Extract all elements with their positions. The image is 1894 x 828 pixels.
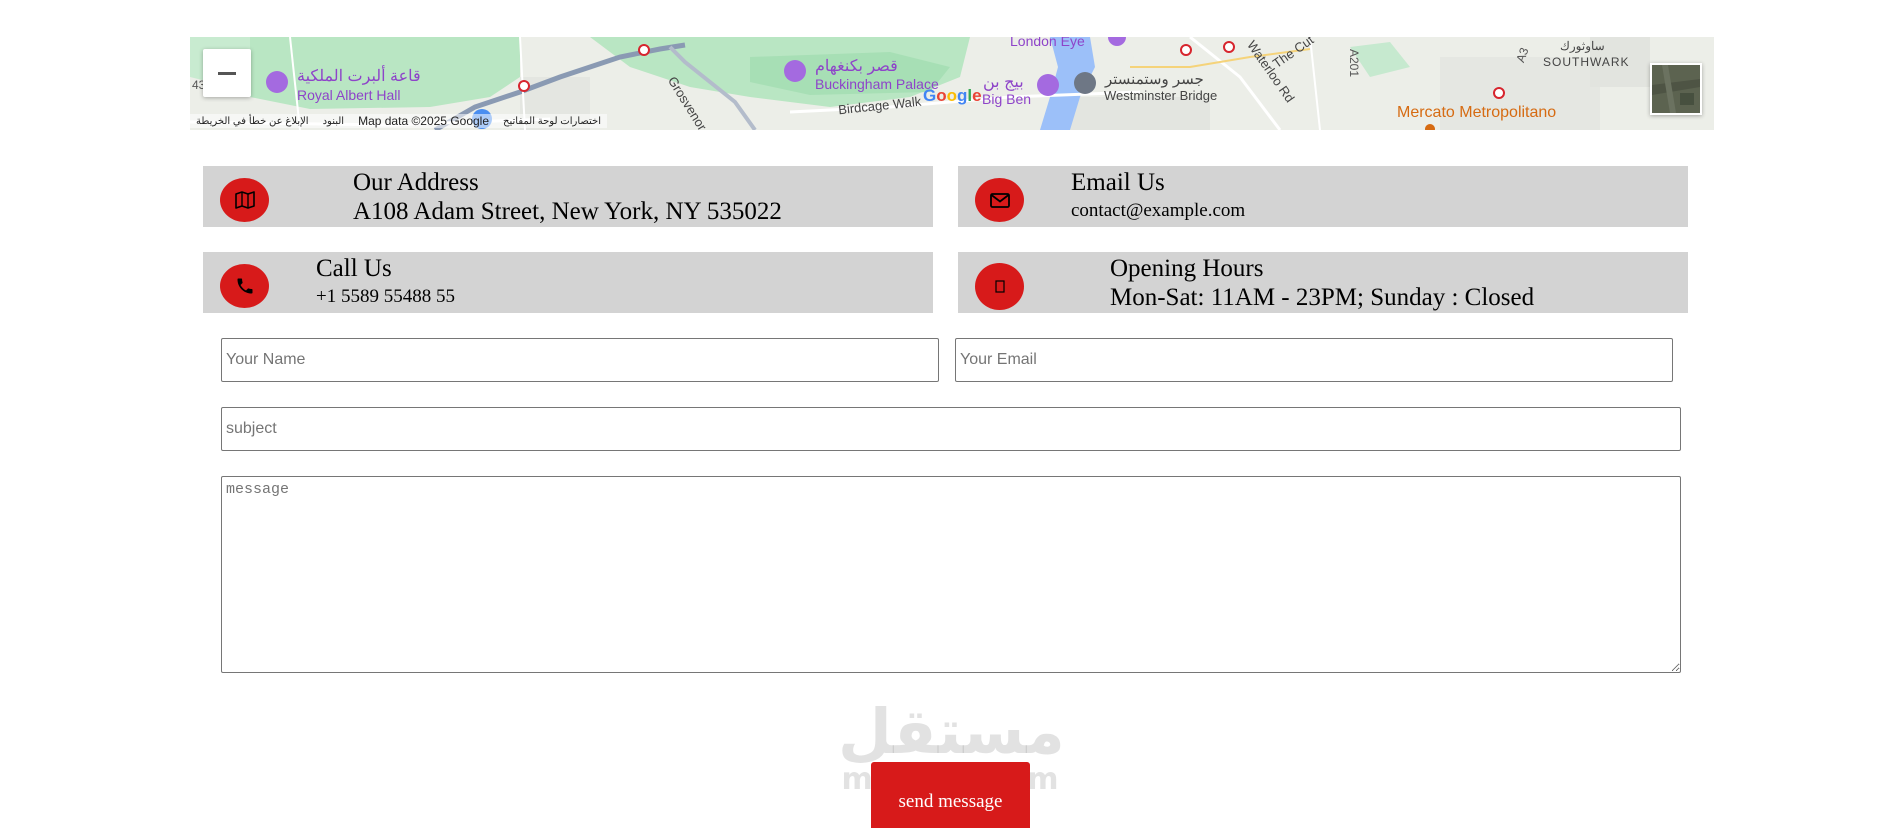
email-text: Email Us contact@example.com <box>1071 169 1245 222</box>
call-box: Call Us +1 5589 55488 55 <box>203 252 933 313</box>
message-textarea[interactable] <box>221 476 1681 673</box>
google-logo[interactable]: Google <box>923 86 982 106</box>
subject-input[interactable] <box>221 407 1681 451</box>
watermark-arabic: مستقل <box>838 695 1065 768</box>
map-poi-big-ben: Big Ben <box>982 91 1032 107</box>
map-poi-buckingham-ar: قصر بكنغهام <box>815 58 898 75</box>
map-terms-link[interactable]: البنود <box>323 116 344 127</box>
hours-box: Opening Hours Mon-Sat: 11AM - 23PM; Sund… <box>958 252 1688 313</box>
embedded-map[interactable]: 43 قاعة ألبرت الملكية Royal Albert Hall … <box>190 37 1714 130</box>
call-icon-circle <box>220 264 269 308</box>
minus-icon <box>218 71 236 75</box>
satellite-thumbnail-icon <box>1652 65 1700 113</box>
contact-page: 43 قاعة ألبرت الملكية Royal Albert Hall … <box>0 0 1894 828</box>
email-title: Email Us <box>1071 169 1165 196</box>
call-text: Call Us +1 5589 55488 55 <box>316 255 455 308</box>
email-box: Email Us contact@example.com <box>958 166 1688 227</box>
map-icon <box>234 191 255 209</box>
missing-glyph-icon <box>994 280 1005 293</box>
map-poi-royal-albert-hall-ar: قاعة ألبرت الملكية <box>297 68 421 85</box>
phone-icon <box>237 278 252 294</box>
map-area-southwark-ar: ساوثورك <box>1560 39 1605 53</box>
hours-value: Mon-Sat: 11AM - 23PM; Sunday : Closed <box>1110 283 1535 311</box>
call-title: Call Us <box>316 255 392 282</box>
email-input[interactable] <box>955 338 1673 382</box>
map-poi-royal-albert-hall: Royal Albert Hall <box>297 87 401 103</box>
address-title: Our Address <box>353 169 479 196</box>
send-message-button[interactable]: send message <box>871 762 1030 828</box>
map-data-credit: Map data ©2025 Google <box>358 114 490 128</box>
zoom-out-button[interactable] <box>203 49 251 97</box>
call-value[interactable]: +1 5589 55488 55 <box>316 286 455 308</box>
map-report-error-link[interactable]: الإبلاغ عن خطأ في الخريطة <box>196 116 309 127</box>
map-bridge-westminster: Westminster Bridge <box>1104 88 1218 103</box>
email-value[interactable]: contact@example.com <box>1071 200 1245 222</box>
email-icon-circle <box>975 178 1024 222</box>
map-area-southwark: SOUTHWARK <box>1543 55 1630 69</box>
satellite-view-toggle[interactable] <box>1650 63 1702 115</box>
map-poi-london-eye: London Eye <box>1010 37 1085 49</box>
address-text: Our Address A108 Adam Street, New York, … <box>353 169 782 227</box>
map-road-a201: A201 <box>1347 48 1362 78</box>
map-poi-buckingham: Buckingham Palace <box>815 76 939 92</box>
address-box: Our Address A108 Adam Street, New York, … <box>203 166 933 227</box>
map-attribution: الإبلاغ عن خطأ في الخريطة البنود Map dat… <box>190 114 608 128</box>
address-value: A108 Adam Street, New York, NY 535022 <box>353 197 782 225</box>
hours-text: Opening Hours Mon-Sat: 11AM - 23PM; Sund… <box>1110 255 1534 313</box>
map-poi-mercato: Mercato Metropolitano <box>1397 104 1557 121</box>
map-poi-big-ben-ar: بيج بن <box>983 74 1024 91</box>
address-icon-circle <box>220 178 269 222</box>
hours-icon-circle <box>975 263 1024 310</box>
envelope-icon <box>989 192 1010 208</box>
name-input[interactable] <box>221 338 939 382</box>
map-keyboard-shortcuts-button[interactable]: اختصارات لوحة المفاتيح <box>503 116 601 127</box>
hours-title: Opening Hours <box>1110 255 1264 282</box>
map-bridge-westminster-ar: جسر وستمنستر <box>1105 71 1204 88</box>
